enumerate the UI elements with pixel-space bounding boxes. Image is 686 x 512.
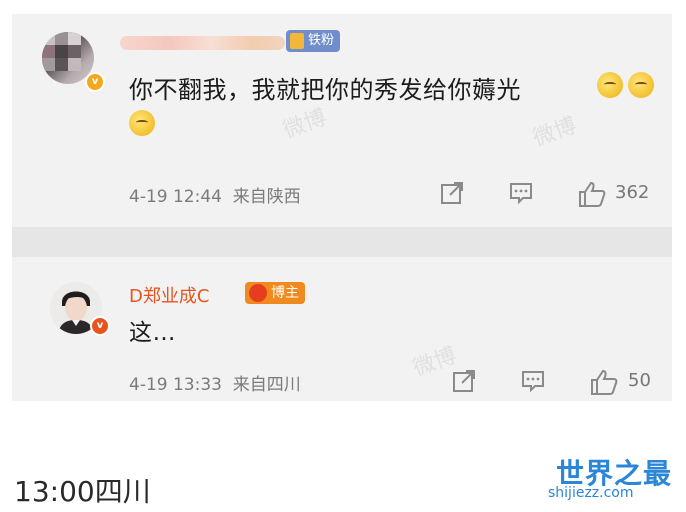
comment-icon[interactable] bbox=[520, 368, 546, 394]
share-icon[interactable] bbox=[451, 368, 477, 394]
site-logo: 世界之最 shijiezz.com bbox=[548, 452, 678, 508]
blogger-badge-label: 博主 bbox=[271, 285, 299, 301]
fan-badge: 铁粉 bbox=[286, 30, 341, 52]
fan-badge-icon bbox=[290, 33, 304, 49]
verified-badge-icon: v bbox=[85, 72, 105, 92]
logo-url: shijiezz.com bbox=[548, 485, 634, 501]
comment-location: 来自陕西 bbox=[232, 187, 301, 207]
thinking-face-icon bbox=[129, 110, 155, 136]
comment-icon[interactable] bbox=[508, 180, 534, 206]
username-blurred[interactable] bbox=[120, 36, 285, 50]
comment-text: 你不翻我，我就把你的秀发给你薅光 bbox=[129, 76, 521, 104]
like-count: 362 bbox=[615, 182, 650, 203]
comment-time: 4-19 12:44 bbox=[129, 187, 222, 207]
thinking-face-icon bbox=[597, 72, 623, 98]
comment-screenshot: 微博 微博 微博 v 铁粉 你不翻我，我就把你的秀发给你薅光 4-19 12:4… bbox=[12, 14, 672, 401]
share-icon[interactable] bbox=[439, 180, 465, 206]
comment-item: v D郑业成C 博主 这… 4-19 13:33 来自四川 50 bbox=[12, 260, 672, 401]
comment-location: 来自四川 bbox=[232, 375, 301, 395]
bottom-caption: 13:00四川 bbox=[14, 475, 151, 508]
fan-badge-label: 铁粉 bbox=[308, 33, 335, 48]
comment-meta: 4-19 12:44 来自陕西 bbox=[129, 182, 301, 207]
divider bbox=[12, 227, 672, 257]
author-name[interactable]: D郑业成C bbox=[129, 282, 209, 308]
like-count: 50 bbox=[628, 370, 651, 391]
thinking-face-icon bbox=[628, 72, 654, 98]
blogger-badge: 博主 bbox=[245, 282, 305, 304]
like-icon[interactable] bbox=[589, 368, 619, 396]
crown-icon bbox=[249, 284, 267, 302]
like-icon[interactable] bbox=[577, 180, 607, 208]
comment-item: v 铁粉 你不翻我，我就把你的秀发给你薅光 4-19 12:44 来自陕西 36… bbox=[12, 14, 672, 224]
comment-text: 这… bbox=[129, 320, 176, 346]
comment-time: 4-19 13:33 bbox=[129, 375, 222, 395]
verified-badge-icon: v bbox=[90, 316, 110, 336]
comment-meta: 4-19 13:33 来自四川 bbox=[129, 370, 301, 395]
